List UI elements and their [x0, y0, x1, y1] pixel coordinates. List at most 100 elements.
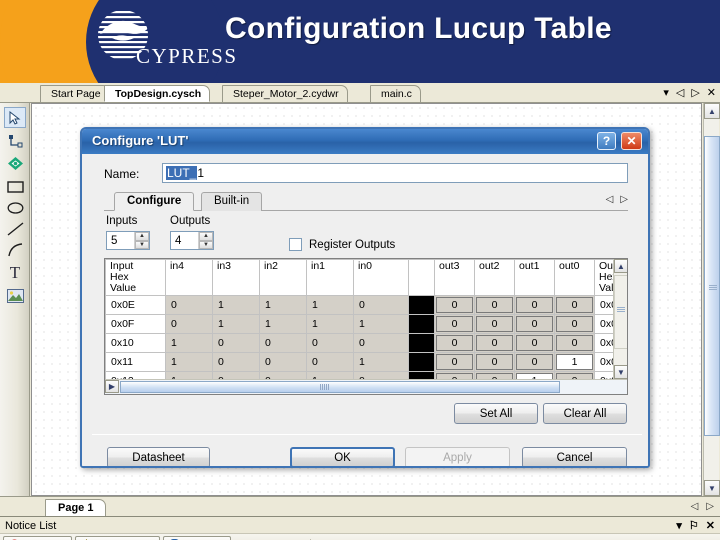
- tab-built-in[interactable]: Built-in: [201, 192, 263, 211]
- register-outputs-row[interactable]: Register Outputs: [289, 238, 395, 251]
- lut-scroll-right-button[interactable]: ▶: [105, 380, 119, 393]
- tab-topdesign-cysch[interactable]: TopDesign.cysch: [104, 85, 211, 102]
- lut-table-vertical-scrollbar[interactable]: ▲ ▼: [613, 259, 627, 379]
- scroll-up-button[interactable]: ▲: [704, 103, 720, 119]
- output-toggle[interactable]: 0: [476, 316, 513, 332]
- inputs-stepper-arrows[interactable]: ▲ ▼: [134, 232, 149, 249]
- tab-prev-icon[interactable]: ◁: [676, 86, 684, 99]
- table-row[interactable]: 0x0E 0 1 1 1 0 0 0 0 0 0x00: [105, 295, 627, 315]
- scroll-down-button[interactable]: ▼: [704, 480, 720, 496]
- cell-out2[interactable]: 0: [474, 295, 515, 315]
- line-tool[interactable]: [4, 218, 26, 239]
- output-toggle[interactable]: 0: [436, 354, 473, 370]
- component-tool[interactable]: [4, 153, 26, 174]
- notice-menu-icon[interactable]: ▾: [676, 519, 682, 532]
- name-input[interactable]: LUT_ 1: [162, 163, 628, 183]
- outputs-decrement-icon[interactable]: ▼: [199, 240, 213, 249]
- page-tab-page-1[interactable]: Page 1: [45, 499, 107, 516]
- notes-filter-button[interactable]: 0 Notes: [163, 536, 232, 540]
- cell-out1[interactable]: 0: [514, 352, 555, 372]
- dialog-title-bar[interactable]: Configure 'LUT' ? ✕: [82, 129, 648, 154]
- lut-table[interactable]: Input Hex Value in4 in3 in2 in1 in0 out3…: [105, 259, 627, 391]
- output-toggle[interactable]: 0: [476, 354, 513, 370]
- output-toggle[interactable]: 0: [556, 335, 593, 351]
- app-root: CYPRESS Configuration Lucup Table Start …: [0, 0, 720, 540]
- table-row[interactable]: 0x0F 0 1 1 1 1 0 0 0 0 0x00: [105, 314, 627, 334]
- table-row[interactable]: 0x11 1 0 0 0 1 0 0 0 1 0x01: [105, 352, 627, 372]
- image-tool[interactable]: [4, 285, 26, 306]
- dialog-tab-next-icon[interactable]: ▷: [620, 194, 628, 205]
- output-toggle[interactable]: 0: [476, 297, 513, 313]
- cell-out0[interactable]: 1: [554, 352, 595, 372]
- output-toggle[interactable]: 0: [556, 316, 593, 332]
- tab-dropdown-icon[interactable]: ▾: [663, 86, 669, 99]
- output-toggle[interactable]: 0: [476, 335, 513, 351]
- cell-out0[interactable]: 0: [554, 333, 595, 353]
- output-toggle[interactable]: 0: [436, 297, 473, 313]
- table-row[interactable]: 0x10 1 0 0 0 0 0 0 0 0 0x00: [105, 333, 627, 353]
- datasheet-button[interactable]: Datasheet: [107, 447, 210, 466]
- cell-out2[interactable]: 0: [474, 333, 515, 353]
- cell-out1[interactable]: 0: [514, 295, 555, 315]
- cell-out0[interactable]: 0: [554, 314, 595, 334]
- ok-button[interactable]: OK: [290, 447, 395, 466]
- lut-scroll-up-button[interactable]: ▲: [614, 259, 627, 273]
- lut-scroll-down-button[interactable]: ▼: [614, 365, 627, 379]
- cell-out1[interactable]: 0: [514, 314, 555, 334]
- scroll-thumb[interactable]: [704, 136, 720, 436]
- cell-out0[interactable]: 0: [554, 295, 595, 315]
- outputs-stepper-arrows[interactable]: ▲ ▼: [198, 232, 213, 249]
- outputs-increment-icon[interactable]: ▲: [199, 232, 213, 241]
- canvas-vertical-scrollbar[interactable]: ▲ ▼: [703, 103, 720, 496]
- inputs-increment-icon[interactable]: ▲: [135, 232, 149, 241]
- tab-configure[interactable]: Configure: [114, 192, 195, 211]
- ellipse-tool[interactable]: [4, 197, 26, 218]
- outputs-stepper[interactable]: 4 ▲ ▼: [170, 231, 214, 250]
- set-all-button[interactable]: Set All: [454, 403, 538, 424]
- clear-all-button[interactable]: Clear All: [543, 403, 627, 424]
- cell-out3[interactable]: 0: [434, 295, 475, 315]
- cell-out2[interactable]: 0: [474, 314, 515, 334]
- inputs-stepper[interactable]: 5 ▲ ▼: [106, 231, 150, 250]
- notice-list-title: Notice List: [5, 520, 57, 532]
- cell-out3[interactable]: 0: [434, 333, 475, 353]
- dialog-tab-prev-icon[interactable]: ◁: [606, 194, 614, 205]
- output-toggle[interactable]: 0: [516, 297, 553, 313]
- inputs-decrement-icon[interactable]: ▼: [135, 240, 149, 249]
- cell-out1[interactable]: 0: [514, 333, 555, 353]
- pointer-tool[interactable]: [4, 107, 26, 128]
- notice-close-icon[interactable]: ✕: [706, 519, 715, 532]
- wire-tool[interactable]: [4, 130, 26, 151]
- errors-filter-button[interactable]: 0 Errors: [3, 536, 73, 540]
- notice-pin-icon[interactable]: ⚐: [689, 519, 699, 532]
- rectangle-tool[interactable]: [4, 176, 26, 197]
- text-tool[interactable]: T: [4, 262, 26, 283]
- output-toggle[interactable]: 0: [556, 297, 593, 313]
- page-next-icon[interactable]: ▷: [706, 501, 714, 512]
- cell-out2[interactable]: 0: [474, 352, 515, 372]
- lut-scroll-track[interactable]: [614, 275, 627, 349]
- output-toggle[interactable]: 0: [516, 354, 553, 370]
- help-button[interactable]: ?: [597, 132, 616, 150]
- output-toggle[interactable]: 0: [436, 316, 473, 332]
- lut-table-horizontal-scrollbar[interactable]: ◀ ▶: [105, 379, 627, 394]
- cell-out3[interactable]: 0: [434, 314, 475, 334]
- tab-close-icon[interactable]: ✕: [707, 86, 716, 99]
- lut-hscroll-thumb[interactable]: [120, 381, 560, 393]
- tab-steper-motor-2-cydwr[interactable]: Steper_Motor_2.cydwr: [222, 85, 348, 102]
- output-toggle[interactable]: 0: [436, 335, 473, 351]
- cancel-button[interactable]: Cancel: [522, 447, 627, 466]
- warnings-filter-button[interactable]: 0 Warnings: [75, 536, 161, 540]
- scroll-thumb-grip: [709, 285, 717, 290]
- output-toggle[interactable]: 1: [556, 354, 593, 370]
- output-toggle[interactable]: 0: [516, 316, 553, 332]
- output-toggle[interactable]: 0: [516, 335, 553, 351]
- register-outputs-checkbox[interactable]: [289, 238, 302, 251]
- close-button[interactable]: ✕: [621, 132, 642, 150]
- tab-main-c[interactable]: main.c: [370, 85, 421, 102]
- tab-next-icon[interactable]: ▷: [691, 86, 699, 99]
- cell-out3[interactable]: 0: [434, 352, 475, 372]
- arc-tool[interactable]: [4, 239, 26, 260]
- tab-start-page[interactable]: Start Page: [40, 85, 110, 102]
- page-prev-icon[interactable]: ◁: [691, 501, 699, 512]
